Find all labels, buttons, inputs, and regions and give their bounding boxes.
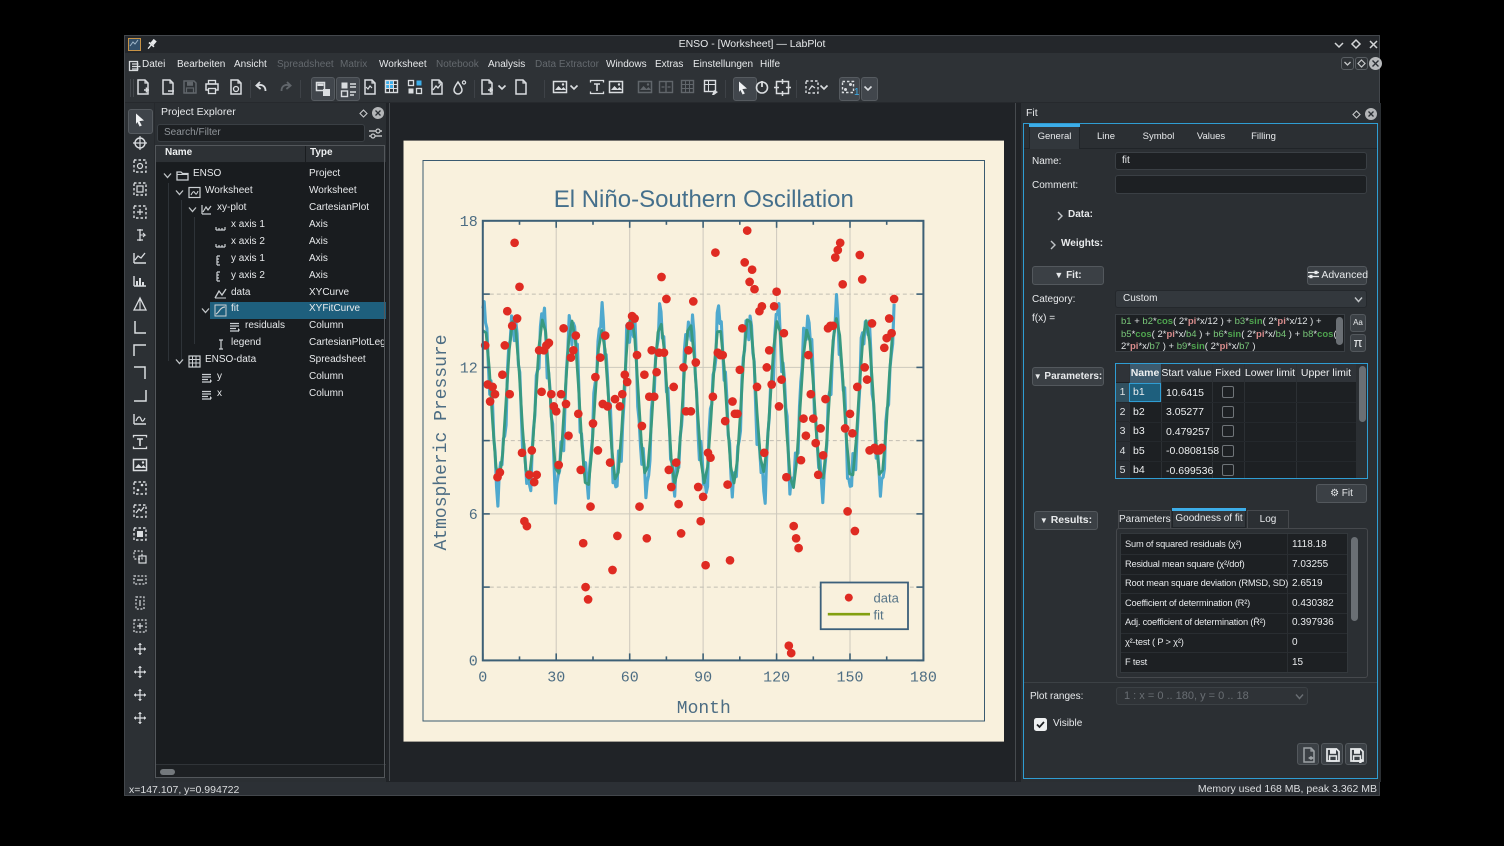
svg-text:Month: Month (677, 699, 731, 719)
svg-text:30: 30 (547, 669, 565, 686)
svg-text:0: 0 (478, 669, 487, 686)
svg-text:fit: fit (874, 607, 885, 622)
svg-text:12: 12 (460, 360, 478, 377)
svg-text:90: 90 (694, 669, 712, 686)
svg-text:El Niño-Southern Oscillation: El Niño-Southern Oscillation (554, 186, 854, 213)
svg-text:60: 60 (621, 669, 639, 686)
svg-text:180: 180 (910, 669, 937, 686)
svg-text:18: 18 (460, 214, 478, 231)
svg-text:6: 6 (469, 507, 478, 524)
svg-text:120: 120 (763, 669, 790, 686)
svg-text:1: 1 (854, 87, 859, 97)
svg-text:150: 150 (836, 669, 863, 686)
svg-text:data: data (874, 590, 900, 605)
svg-text:Atmospheric Pressure: Atmospheric Pressure (432, 334, 452, 550)
svg-text:0: 0 (469, 653, 478, 670)
